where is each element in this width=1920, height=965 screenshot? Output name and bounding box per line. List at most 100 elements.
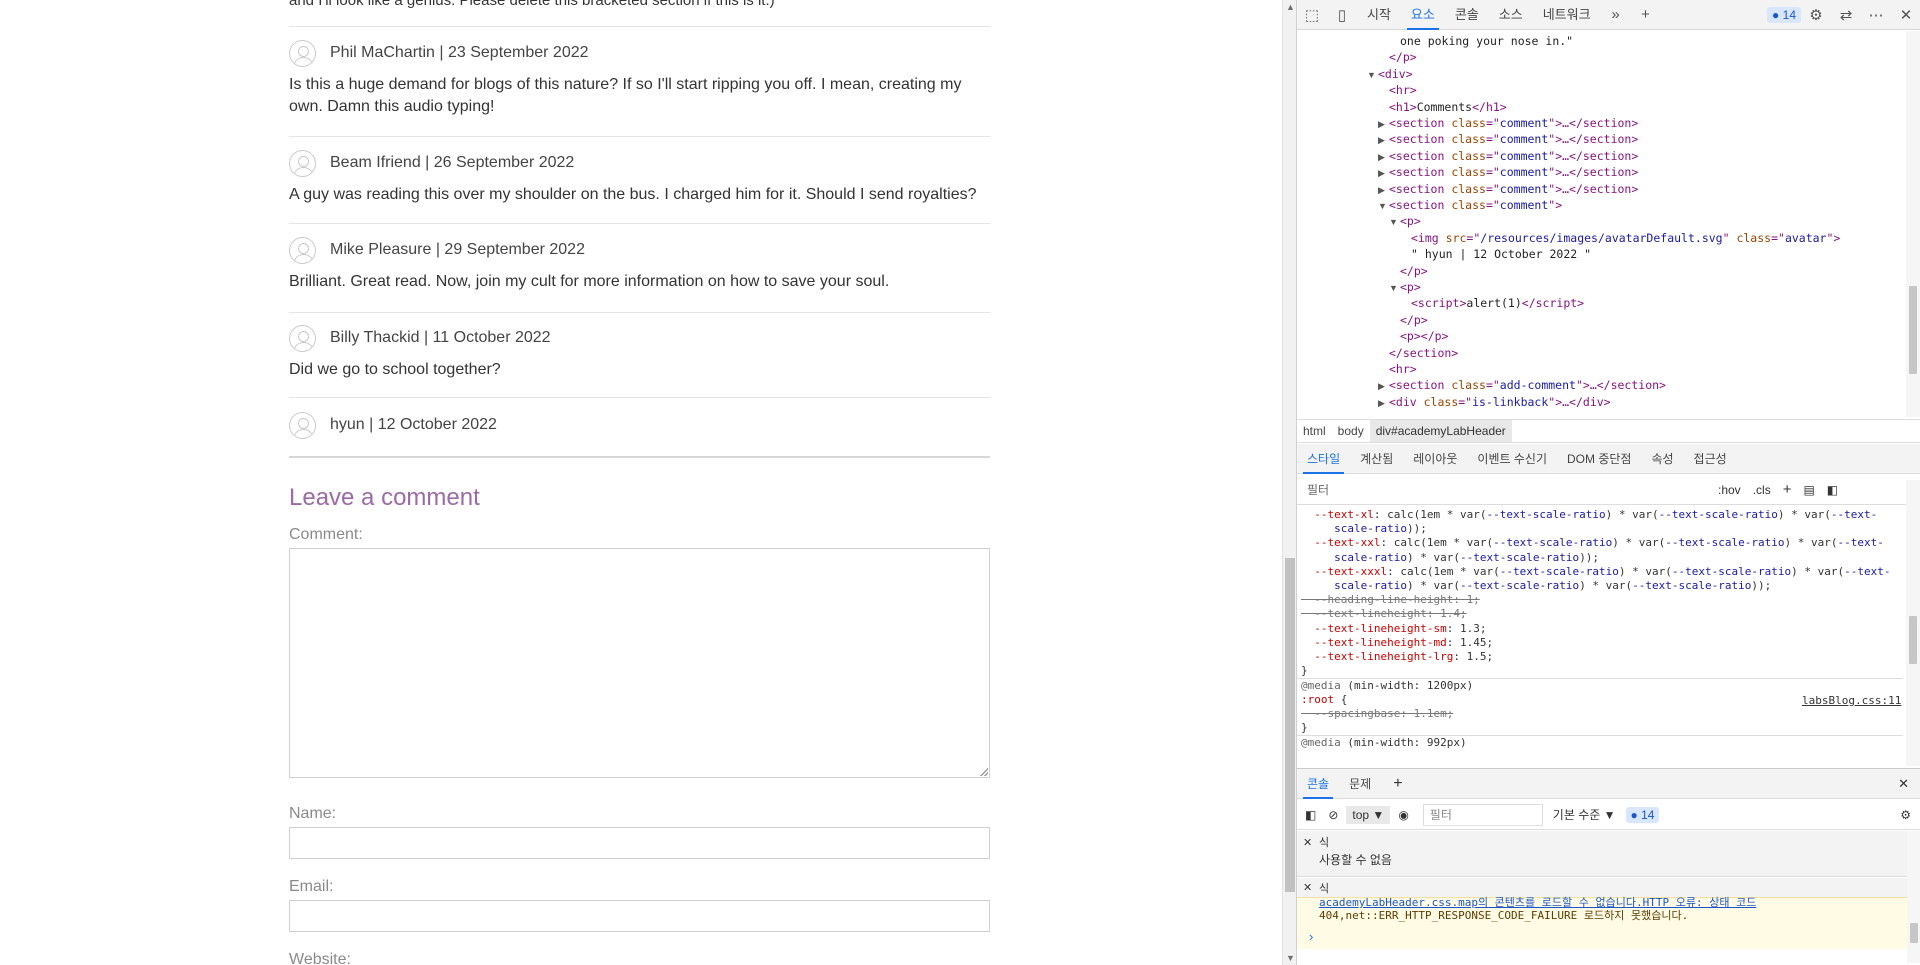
css-declaration[interactable]: --text-lineheight-sm: 1.3; bbox=[1301, 622, 1486, 636]
css-declaration[interactable]: --heading-line-height: 1; bbox=[1301, 593, 1480, 607]
console-prompt-icon[interactable]: › bbox=[1309, 929, 1313, 944]
css-declaration[interactable]: } bbox=[1301, 721, 1308, 735]
page-scrollbar[interactable]: ▲ ▼ bbox=[1282, 0, 1296, 965]
breadcrumb-item[interactable]: body bbox=[1332, 424, 1370, 438]
dom-node-line[interactable]: <hr> bbox=[1389, 82, 1417, 98]
css-declaration[interactable]: scale-ratio) * var(--text-scale-ratio) *… bbox=[1301, 579, 1771, 593]
hov-toggle[interactable]: :hov bbox=[1712, 483, 1747, 497]
breadcrumb-item[interactable]: html bbox=[1297, 424, 1332, 438]
customize-icon[interactable]: ⇄ bbox=[1831, 6, 1861, 24]
dom-node-line[interactable]: </p> bbox=[1389, 49, 1417, 65]
expand-toggle-icon[interactable]: ▼ bbox=[1389, 280, 1398, 296]
css-source-link[interactable]: labsBlog.css:11 bbox=[1802, 694, 1901, 707]
expand-toggle-icon[interactable]: ▼ bbox=[1367, 67, 1376, 83]
expand-toggle-icon[interactable]: ▼ bbox=[1378, 198, 1387, 214]
resize-handle-icon[interactable] bbox=[980, 768, 988, 776]
styles-tab[interactable]: 이벤트 수신기 bbox=[1467, 444, 1557, 474]
cls-toggle[interactable]: .cls bbox=[1747, 483, 1777, 497]
live-expression-2[interactable]: ✕ 식 bbox=[1297, 878, 1907, 897]
dom-node-line[interactable]: <div> bbox=[1378, 66, 1413, 82]
dom-node-line[interactable]: <section class="comment">…</section> bbox=[1389, 115, 1638, 131]
email-input[interactable] bbox=[289, 900, 990, 932]
devtools-tab[interactable]: 소스 bbox=[1489, 0, 1533, 30]
dom-node-line[interactable]: <section class="comment">…</section> bbox=[1389, 164, 1638, 180]
css-declaration[interactable]: @media (min-width: 1200px) bbox=[1297, 678, 1903, 693]
more-tabs-icon[interactable]: » bbox=[1601, 6, 1631, 23]
context-select[interactable]: top ▼ bbox=[1346, 805, 1391, 824]
dom-node-line[interactable]: <p> bbox=[1400, 213, 1421, 229]
dom-scroll-thumb[interactable] bbox=[1909, 286, 1917, 374]
remove-expression-icon[interactable]: ✕ bbox=[1303, 836, 1312, 849]
dom-node-line[interactable]: <p> bbox=[1400, 279, 1421, 295]
styles-scrollbar[interactable] bbox=[1906, 480, 1920, 766]
console-filter-input[interactable]: 필터 bbox=[1422, 803, 1543, 826]
css-declaration[interactable]: --spacingbase: 1.1em; bbox=[1301, 707, 1453, 721]
styles-tab[interactable]: 스타일 bbox=[1297, 444, 1350, 474]
css-declaration[interactable]: --text-xxxl: calc(1em * var(--text-scale… bbox=[1301, 565, 1890, 579]
page-scroll-thumb[interactable] bbox=[1285, 558, 1295, 892]
console-scrollbar[interactable] bbox=[1907, 831, 1920, 963]
expand-toggle-icon[interactable]: ▶ bbox=[1378, 132, 1385, 148]
dom-node-line[interactable]: <p></p> bbox=[1400, 328, 1448, 344]
devtools-tab[interactable]: 시작 bbox=[1357, 0, 1401, 30]
toggle-sidebar-icon[interactable]: ◧ bbox=[1821, 483, 1844, 497]
devtools-tab[interactable]: 콘솔 bbox=[1445, 0, 1489, 30]
styles-tab[interactable]: 속성 bbox=[1641, 444, 1683, 474]
css-declaration[interactable]: } bbox=[1301, 664, 1308, 678]
drawer-tab[interactable]: 문제 bbox=[1339, 769, 1381, 799]
dom-node-line[interactable]: <h1>Comments</h1> bbox=[1389, 99, 1507, 115]
console-scroll-thumb[interactable] bbox=[1910, 923, 1918, 943]
expand-toggle-icon[interactable]: ▶ bbox=[1378, 395, 1385, 411]
dom-node-line[interactable]: </section> bbox=[1389, 345, 1458, 361]
device-toolbar-icon[interactable]: ▯ bbox=[1327, 6, 1357, 24]
css-declaration[interactable]: scale-ratio) * var(--text-scale-ratio)); bbox=[1301, 551, 1599, 565]
dom-node-line[interactable]: <section class="comment">…</section> bbox=[1389, 148, 1638, 164]
dom-node-line[interactable]: <hr> bbox=[1389, 361, 1417, 377]
close-icon[interactable]: ✕ bbox=[1891, 6, 1920, 24]
dom-node-line[interactable]: <script>alert(1)</script> bbox=[1411, 295, 1584, 311]
add-drawer-tab-icon[interactable]: + bbox=[1381, 775, 1414, 793]
inspect-element-icon[interactable]: ⬚ bbox=[1297, 6, 1327, 24]
dom-node-line[interactable]: </p> bbox=[1400, 263, 1428, 279]
scroll-up-icon[interactable]: ▲ bbox=[1286, 2, 1295, 12]
error-source-link[interactable]: academyLabHeader.css.map의 콘텐츠를 로드할 수 없습니… bbox=[1319, 896, 1756, 909]
color-format-icon[interactable]: ▤ bbox=[1797, 483, 1820, 497]
dom-node-line[interactable]: <section class="comment"> bbox=[1389, 197, 1562, 213]
css-declaration[interactable]: --text-lineheight-lrg: 1.5; bbox=[1301, 650, 1493, 664]
gear-icon[interactable]: ⚙ bbox=[1801, 6, 1831, 24]
issues-badge[interactable]: ● 14 bbox=[1767, 6, 1801, 23]
dom-node-line[interactable]: <div class="is-linkback">…</div> bbox=[1389, 394, 1611, 410]
remove-expression-2-icon[interactable]: ✕ bbox=[1303, 881, 1312, 894]
expand-toggle-icon[interactable]: ▶ bbox=[1378, 182, 1385, 198]
css-declaration[interactable]: --text-lineheight-md: 1.45; bbox=[1301, 636, 1493, 650]
styles-scroll-thumb[interactable] bbox=[1909, 616, 1917, 664]
css-declaration[interactable]: :root { bbox=[1301, 693, 1347, 707]
dom-node-line[interactable]: <section class="comment">…</section> bbox=[1389, 181, 1638, 197]
expand-toggle-icon[interactable]: ▼ bbox=[1389, 214, 1398, 230]
dom-node-line[interactable]: <img src="/resources/images/avatarDefaul… bbox=[1411, 230, 1840, 246]
console-settings-icon[interactable]: ⚙ bbox=[1890, 808, 1920, 822]
expand-toggle-icon[interactable]: ▶ bbox=[1378, 149, 1385, 165]
styles-tab[interactable]: 접근성 bbox=[1684, 444, 1737, 474]
styles-pane[interactable]: --text-xl: calc(1em * var(--text-scale-r… bbox=[1297, 505, 1907, 767]
expand-toggle-icon[interactable]: ▶ bbox=[1378, 165, 1385, 181]
css-declaration[interactable]: scale-ratio)); bbox=[1301, 522, 1427, 536]
dom-node-line[interactable]: " hyun | 12 October 2022 " bbox=[1411, 246, 1591, 262]
dom-node-line[interactable]: </p> bbox=[1400, 312, 1428, 328]
devtools-tab[interactable]: 요소 bbox=[1401, 0, 1445, 30]
dom-node-line[interactable]: <section class="comment">…</section> bbox=[1389, 131, 1638, 147]
expand-toggle-icon[interactable]: ▶ bbox=[1378, 116, 1385, 132]
css-declaration[interactable]: --text-xxl: calc(1em * var(--text-scale-… bbox=[1301, 536, 1884, 550]
log-level-select[interactable]: 기본 수준 ▼ bbox=[1543, 806, 1626, 823]
name-input[interactable] bbox=[289, 827, 990, 859]
console-issues-badge[interactable]: ● 14 bbox=[1625, 806, 1660, 823]
dom-node-line[interactable]: one poking your nose in." bbox=[1400, 33, 1573, 49]
css-declaration[interactable]: @media (min-width: 992px) bbox=[1297, 735, 1903, 750]
styles-tab[interactable]: 레이아웃 bbox=[1403, 444, 1467, 474]
sidebar-toggle-icon[interactable]: ◧ bbox=[1297, 808, 1324, 822]
close-drawer-icon[interactable]: ✕ bbox=[1886, 776, 1920, 792]
new-rule-icon[interactable]: + bbox=[1777, 481, 1798, 498]
more-options-icon[interactable]: ⋯ bbox=[1861, 6, 1891, 24]
css-declaration[interactable]: --text-xl: calc(1em * var(--text-scale-r… bbox=[1301, 508, 1877, 522]
dom-scrollbar[interactable] bbox=[1906, 31, 1920, 417]
